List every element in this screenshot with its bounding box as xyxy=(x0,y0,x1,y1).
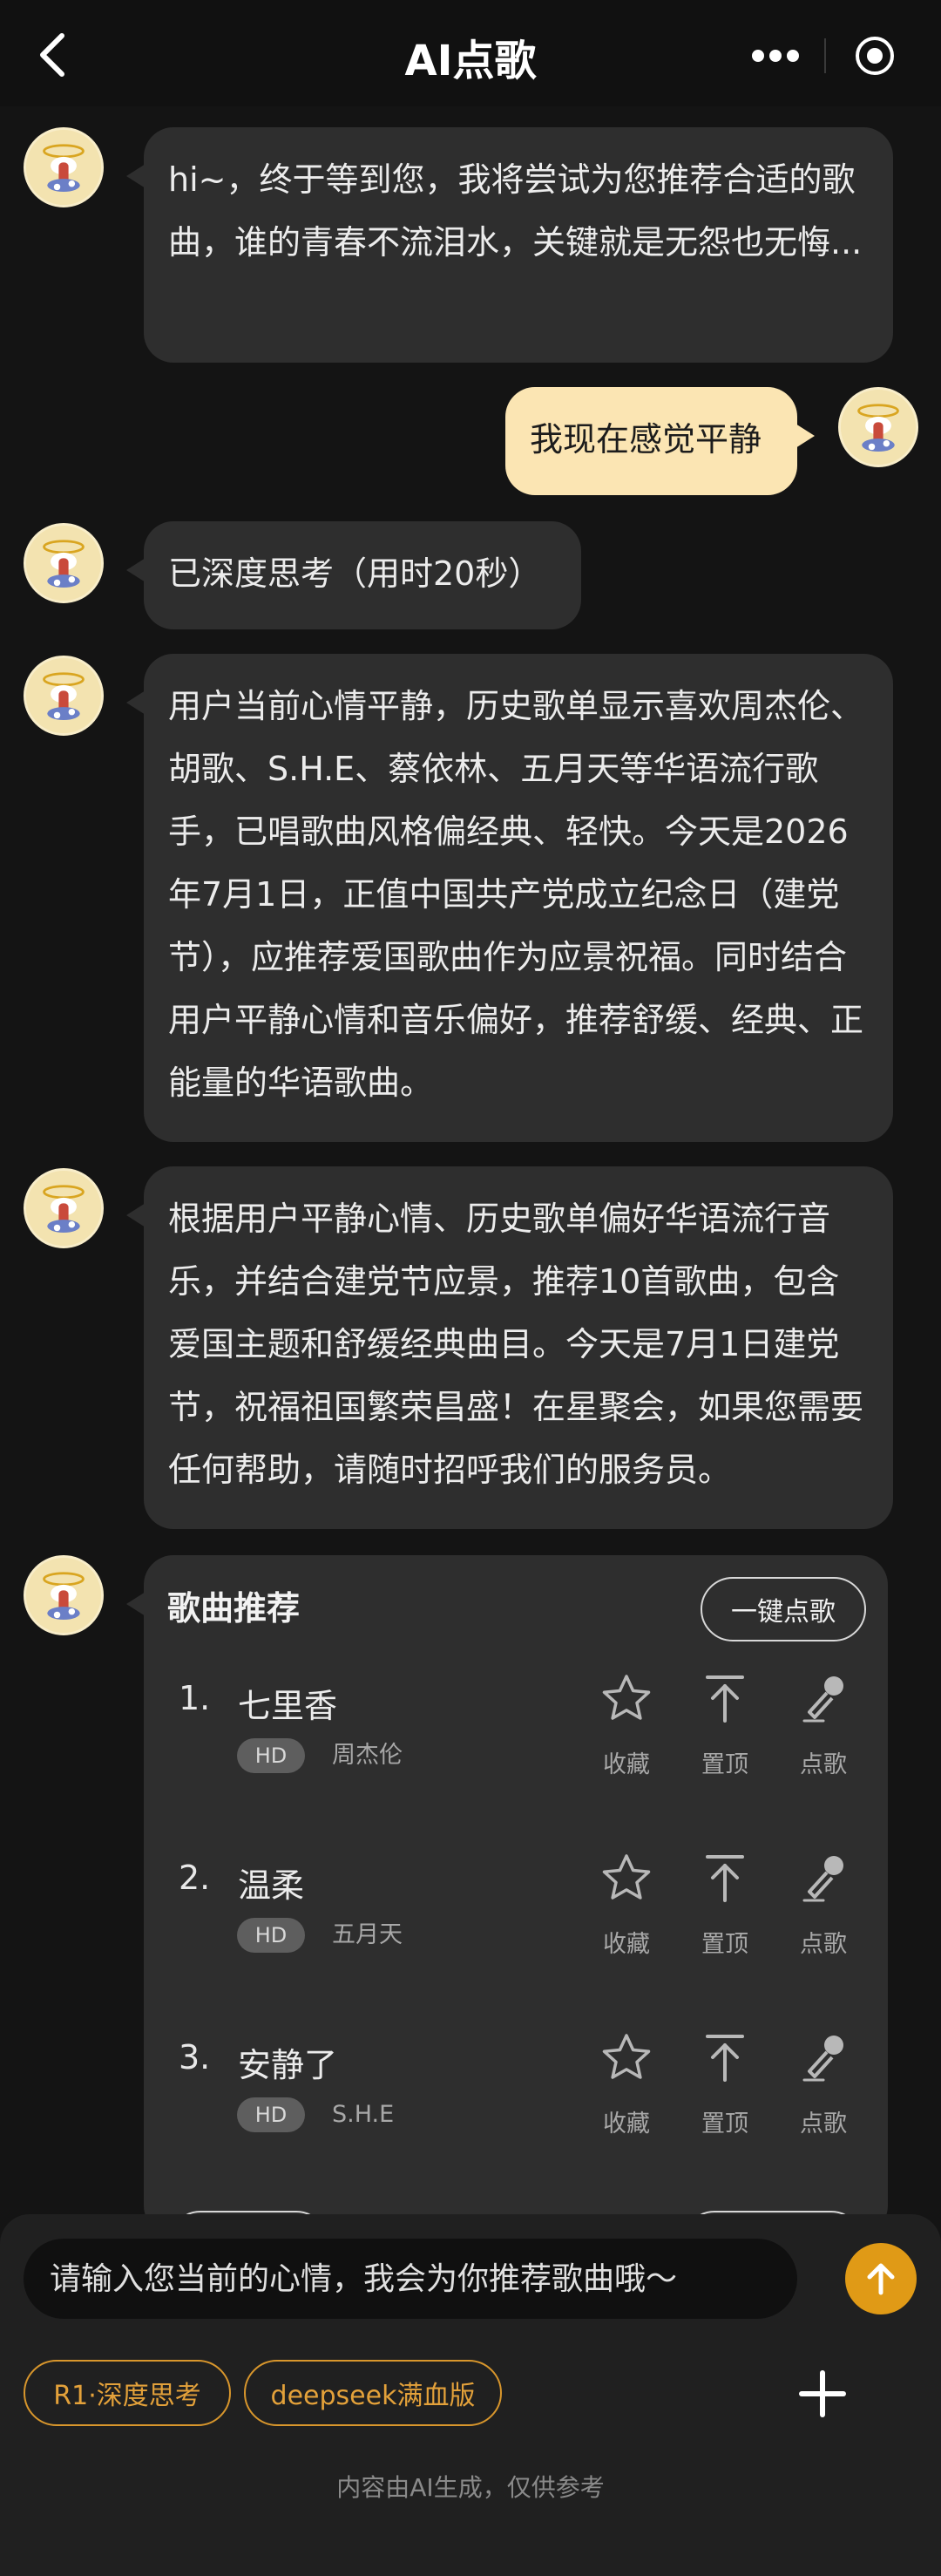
ai-disclaimer: 内容由AI生成，仅供参考 xyxy=(336,2473,605,2502)
song-item[interactable]: 2. 温柔 HD 五月天 收藏 置顶 点歌 xyxy=(144,1839,888,2019)
pin-top-button[interactable]: 置顶 xyxy=(681,1667,768,1798)
ai-avatar xyxy=(24,523,104,603)
favorite-button[interactable]: 收藏 xyxy=(583,1667,670,1798)
ai-message-bubble: 根据用户平静心情、历史歌单偏好华语流行音乐，并结合建党节应景，推荐10首歌曲，包… xyxy=(126,1166,893,1529)
one-click-order-button[interactable]: 一键点歌 xyxy=(701,1577,866,1641)
star-icon xyxy=(602,1854,651,1900)
user-message-bubble: 我现在感觉平静 xyxy=(505,387,815,495)
microphone-icon xyxy=(802,2036,843,2082)
mini-program-capsule xyxy=(727,24,925,87)
message-text: 我现在感觉平静 xyxy=(530,420,762,459)
deep-thinking-toggle[interactable]: 已深度思考（用时20秒） xyxy=(126,521,581,629)
song-title: 温柔 xyxy=(238,1866,305,1905)
pin-top-icon xyxy=(706,2035,744,2082)
pin-top-label: 置顶 xyxy=(701,1931,748,1958)
order-song-button[interactable]: 点歌 xyxy=(780,1846,867,1977)
mood-input[interactable] xyxy=(24,2239,797,2319)
ai-avatar xyxy=(24,127,104,207)
more-button[interactable] xyxy=(727,24,824,87)
favorite-button[interactable]: 收藏 xyxy=(583,2026,670,2157)
pin-top-button[interactable]: 置顶 xyxy=(681,2026,768,2157)
order-song-button[interactable]: 点歌 xyxy=(780,2026,867,2157)
add-button[interactable] xyxy=(789,2361,856,2427)
favorite-button[interactable]: 收藏 xyxy=(583,1846,670,1977)
pin-top-icon xyxy=(706,1855,744,1902)
hd-badge: HD xyxy=(237,1738,305,1773)
close-app-button[interactable] xyxy=(826,24,924,87)
song-title: 安静了 xyxy=(238,2046,338,2084)
pin-top-icon xyxy=(706,1675,744,1723)
ai-avatar xyxy=(24,656,104,736)
ai-avatar xyxy=(24,1555,104,1635)
favorite-label: 收藏 xyxy=(603,2110,650,2138)
composer-panel: R1·深度思考 deepseek满血版 内容由AI生成，仅供参考 xyxy=(0,2214,941,2576)
order-song-button[interactable]: 点歌 xyxy=(780,1667,867,1798)
ai-message-bubble: 用户当前心情平静，历史歌单显示喜欢周杰伦、胡歌、S.H.E、蔡依林、五月天等华语… xyxy=(126,654,893,1142)
target-icon xyxy=(856,37,894,75)
favorite-label: 收藏 xyxy=(603,1931,650,1958)
song-title: 七里香 xyxy=(238,1687,338,1725)
deep-think-chip[interactable]: R1·深度思考 xyxy=(24,2360,231,2426)
pin-top-label: 置顶 xyxy=(701,1751,748,1778)
chat-area[interactable]: hi~，终于等到您，我将尝试为您推荐合适的歌曲，谁的青春不流泪水，关键就是无怨也… xyxy=(0,106,941,2214)
song-number: 1. xyxy=(179,1679,211,1717)
song-item[interactable]: 1. 七里香 HD 周杰伦 收藏 置顶 点歌 xyxy=(144,1660,888,1839)
song-artist: S.H.E xyxy=(332,2101,395,2128)
nav-bar: AI点歌 xyxy=(0,0,941,106)
message-text: 用户当前心情平静，历史歌单显示喜欢周杰伦、胡歌、S.H.E、蔡依林、五月天等华语… xyxy=(168,687,864,1102)
plus-icon xyxy=(799,2370,846,2417)
order-song-label: 点歌 xyxy=(800,2110,847,2138)
microphone-icon xyxy=(802,1856,843,1902)
order-song-label: 点歌 xyxy=(800,1931,847,1958)
pin-top-label: 置顶 xyxy=(701,2110,748,2138)
message-text: 根据用户平静心情、历史歌单偏好华语流行音乐，并结合建党节应景，推荐10首歌曲，包… xyxy=(168,1200,864,1489)
deepseek-model-chip[interactable]: deepseek满血版 xyxy=(244,2360,502,2426)
card-title: 歌曲推荐 xyxy=(167,1589,301,1628)
song-item[interactable]: 3. 安静了 HD S.H.E 收藏 置顶 点歌 xyxy=(144,2019,888,2199)
star-icon xyxy=(602,1675,651,1720)
user-avatar xyxy=(838,387,918,467)
hd-badge: HD xyxy=(237,2097,305,2132)
hd-badge: HD xyxy=(237,1918,305,1953)
song-recommendation-card: 歌曲推荐 一键点歌 1. 七里香 HD 周杰伦 收藏 置顶 点歌 2. 温柔 H… xyxy=(126,1555,888,2214)
song-artist: 周杰伦 xyxy=(332,1742,403,1769)
ai-avatar xyxy=(24,1168,104,1248)
send-arrow-icon xyxy=(867,2263,895,2295)
ai-message-bubble: hi~，终于等到您，我将尝试为您推荐合适的歌曲，谁的青春不流泪水，关键就是无怨也… xyxy=(126,127,893,363)
more-dots-icon xyxy=(752,50,799,62)
song-artist: 五月天 xyxy=(332,1921,403,1948)
message-text: 已深度思考（用时20秒） xyxy=(168,554,542,593)
microphone-icon xyxy=(802,1676,843,1723)
pin-top-button[interactable]: 置顶 xyxy=(681,1846,768,1977)
order-song-label: 点歌 xyxy=(800,1751,847,1778)
favorite-label: 收藏 xyxy=(603,1751,650,1778)
send-button[interactable] xyxy=(845,2243,917,2314)
song-number: 3. xyxy=(179,2038,211,2076)
song-number: 2. xyxy=(179,1859,211,1897)
star-icon xyxy=(602,2034,651,2079)
message-text: hi~，终于等到您，我将尝试为您推荐合适的歌曲，谁的青春不流泪水，关键就是无怨也… xyxy=(168,160,863,262)
